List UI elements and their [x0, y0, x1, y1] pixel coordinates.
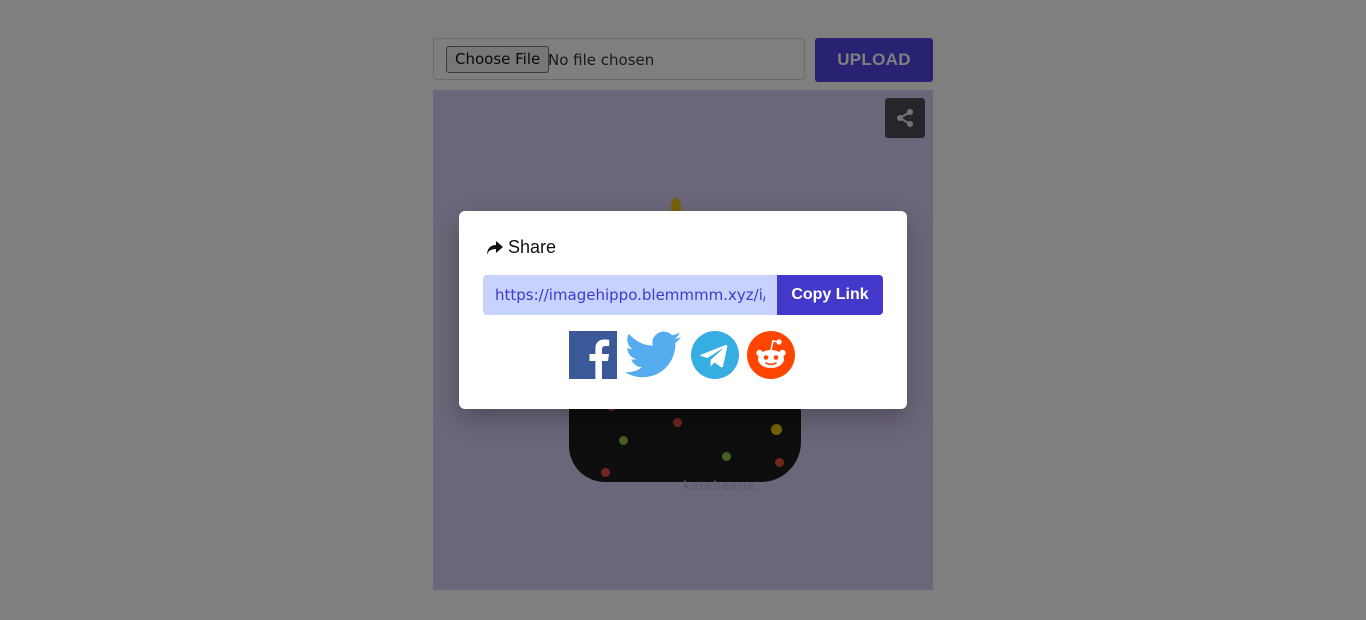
modal-title: Share [486, 237, 556, 258]
reddit-icon[interactable] [747, 331, 795, 379]
share-link-group: Copy Link [483, 275, 883, 315]
copy-link-button[interactable]: Copy Link [777, 275, 883, 315]
share-modal: Share Copy Link [459, 211, 907, 409]
share-arrow-icon [487, 240, 503, 255]
facebook-icon[interactable] [569, 331, 617, 379]
share-link-input[interactable] [483, 275, 777, 315]
social-share-row [569, 331, 803, 379]
twitter-icon[interactable] [625, 331, 683, 379]
telegram-icon[interactable] [691, 331, 739, 379]
page: Choose File No file chosen UPLOAD katebe… [0, 0, 1366, 620]
modal-title-text: Share [508, 237, 557, 257]
